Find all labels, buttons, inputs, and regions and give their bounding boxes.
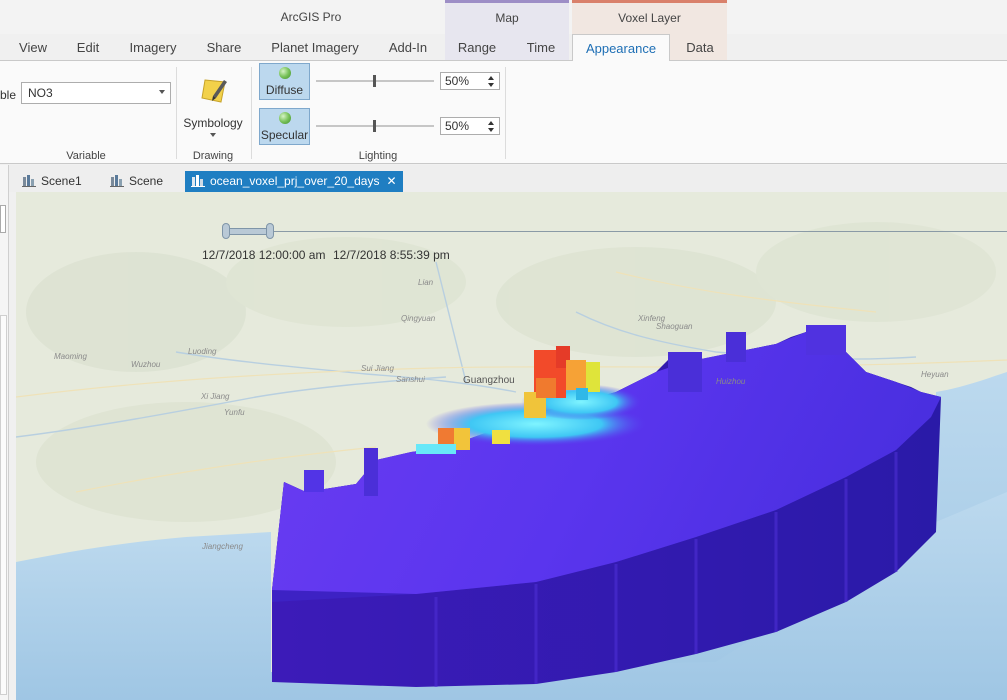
map-label: Maoming (54, 352, 87, 361)
variable-dropdown-value: NO3 (28, 86, 53, 100)
map-label: Huizhou (716, 377, 746, 386)
chevron-down-icon (159, 90, 165, 94)
diffuse-spinbox[interactable]: 50% (440, 72, 500, 90)
tab-data[interactable]: Data (676, 40, 724, 60)
slider-thumb[interactable] (373, 120, 376, 132)
spin-up-icon[interactable] (488, 76, 494, 80)
map-label: Jiangcheng (202, 542, 243, 551)
specular-label: Specular (260, 128, 309, 142)
view-tab-scene1[interactable]: Scene1 (22, 170, 82, 192)
group-label-drawing: Drawing (192, 150, 234, 162)
view-tab-strip: Scene1 Scene ocean_voxel_prj_over_20_day… (9, 165, 1007, 192)
specular-toggle-button[interactable]: Specular (259, 108, 310, 145)
map-label: Wuzhou (131, 360, 161, 369)
specular-slider[interactable] (316, 120, 434, 132)
time-end-label: 12/7/2018 8:55:39 pm (333, 248, 450, 262)
view-tab-label: ocean_voxel_prj_over_20_days (210, 174, 380, 188)
group-label-lighting: Lighting (358, 150, 398, 162)
basemap (16, 192, 1007, 700)
diffuse-label: Diffuse (265, 83, 304, 97)
light-bulb-icon (279, 67, 291, 79)
tab-time[interactable]: Time (516, 40, 566, 60)
tab-range[interactable]: Range (450, 40, 504, 60)
chevron-down-icon (210, 133, 216, 137)
scene-view[interactable]: Guangzhou Sanshui Jiangcheng Yunfu Lian … (16, 192, 1007, 700)
contextual-group-map-label: Map (495, 11, 519, 25)
time-slider-start-handle[interactable] (222, 223, 230, 239)
tab-share[interactable]: Share (198, 40, 250, 60)
view-tab-label: Scene (129, 174, 164, 188)
scene-icon (110, 175, 124, 187)
map-label: Guangzhou (463, 375, 515, 386)
time-slider-track (222, 231, 1007, 232)
spin-down-icon[interactable] (488, 128, 494, 132)
map-label: Sanshui (396, 375, 425, 384)
view-tab-label: Scene1 (41, 174, 82, 188)
symbology-label: Symbology (183, 116, 243, 130)
map-label: Sui Jiang (361, 364, 394, 373)
time-slider-end-handle[interactable] (266, 223, 274, 239)
specular-value: 50% (445, 119, 470, 133)
group-label-variable: Variable (66, 150, 106, 162)
time-start-label: 12/7/2018 12:00:00 am (202, 248, 326, 262)
light-bulb-icon (279, 112, 291, 124)
map-label: Heyuan (921, 370, 949, 379)
diffuse-value: 50% (445, 74, 470, 88)
close-icon[interactable]: ✕ (386, 174, 396, 188)
variable-dropdown[interactable]: NO3 (21, 82, 171, 104)
view-tab-scene[interactable]: Scene (110, 170, 163, 192)
tab-appearance[interactable]: Appearance (572, 34, 670, 61)
divider (176, 67, 177, 159)
divider (251, 67, 252, 159)
tab-planet-imagery[interactable]: Planet Imagery (264, 40, 366, 60)
map-label: Luoding (188, 347, 217, 356)
scene-icon (22, 175, 36, 187)
symbology-button[interactable]: Symbology (180, 69, 246, 141)
scene-icon (191, 175, 205, 187)
spin-down-icon[interactable] (488, 83, 494, 87)
contents-pane (0, 165, 9, 700)
tab-edit[interactable]: Edit (66, 40, 110, 60)
time-slider-range[interactable] (226, 228, 270, 235)
time-slider[interactable] (222, 220, 1007, 240)
symbology-icon (201, 79, 227, 103)
variable-label: ble (0, 88, 17, 102)
view-tab-ocean-voxel[interactable]: ocean_voxel_prj_over_20_days ✕ (185, 171, 403, 192)
slider-thumb[interactable] (373, 75, 376, 87)
map-label: Qingyuan (401, 314, 436, 323)
diffuse-slider[interactable] (316, 75, 434, 87)
map-label: Xi Jiang (201, 392, 230, 401)
diffuse-toggle-button[interactable]: Diffuse (259, 63, 310, 100)
map-label: Lian (418, 278, 434, 287)
contextual-group-voxel-label: Voxel Layer (618, 11, 681, 25)
divider (505, 67, 506, 159)
sea-west (16, 532, 271, 700)
tab-imagery[interactable]: Imagery (122, 40, 184, 60)
specular-spinbox[interactable]: 50% (440, 117, 500, 135)
spin-up-icon[interactable] (488, 121, 494, 125)
tab-add-in[interactable]: Add-In (380, 40, 436, 60)
pane-field[interactable] (0, 205, 6, 233)
map-label: Yunfu (224, 408, 245, 417)
ribbon: ble NO3 Variable Symbology Drawing Diffu… (0, 60, 1007, 164)
map-label: Shaoguan (656, 322, 693, 331)
tab-view[interactable]: View (10, 40, 56, 60)
pane-scrollbar[interactable] (0, 315, 7, 695)
